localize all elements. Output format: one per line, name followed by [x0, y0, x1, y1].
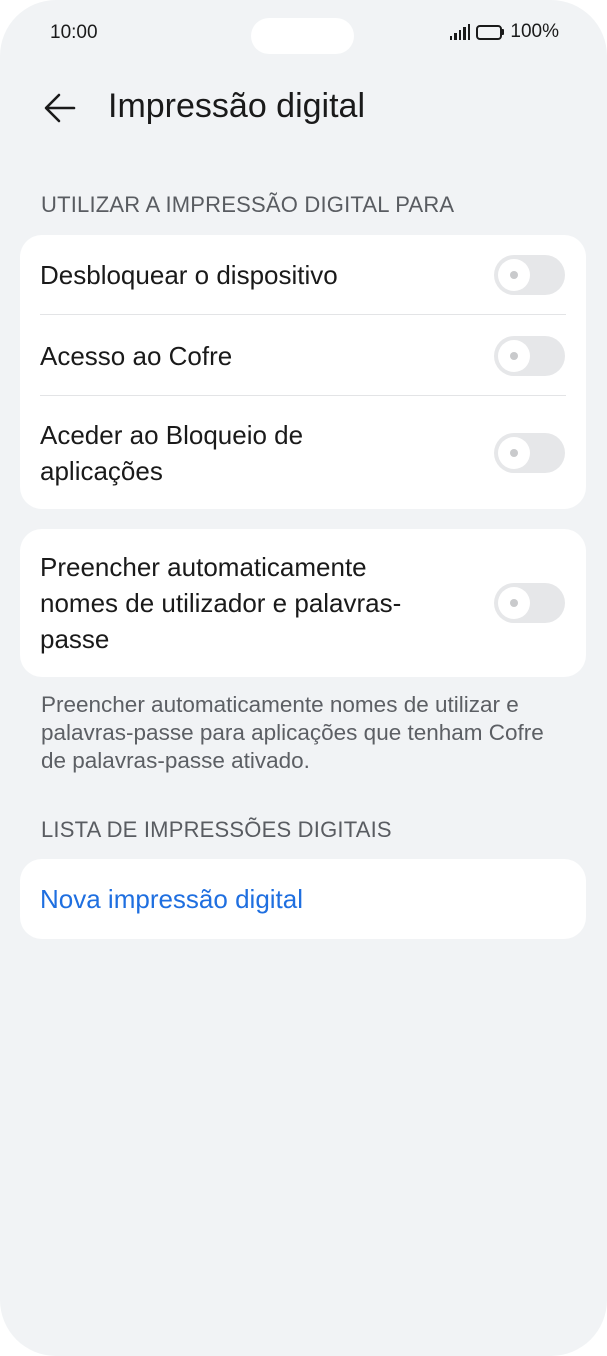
autofill-footnote: Preencher automaticamente nomes de utili… [41, 692, 544, 773]
page-title: Impressão digital [108, 87, 366, 125]
signal-icon [449, 24, 471, 40]
row-autofill[interactable]: Preencher automaticamente nomes de utili… [20, 529, 586, 677]
battery-percent: 100% [510, 21, 559, 42]
new-fingerprint-button[interactable]: Nova impressão digital [20, 859, 586, 939]
unlock-device-toggle[interactable] [494, 255, 565, 295]
status-icons: 100% [449, 21, 559, 43]
app-header: Impressão digital [0, 78, 607, 138]
row-label: Desbloquear o dispositivo [40, 260, 338, 290]
row-label: Acesso ao Cofre [40, 340, 233, 371]
row-label: Preencher automaticamente nomes de utili… [40, 552, 402, 654]
autofill-card: Preencher automaticamente nomes de utili… [20, 529, 586, 677]
section-label-use-for: UTILIZAR A IMPRESSÃO DIGITAL PARA [41, 192, 455, 217]
phone-screen: 10:00 100% Impressão digital UTILIZAR A … [0, 0, 607, 1356]
arrow-left-icon [44, 93, 76, 123]
row-app-lock[interactable]: Aceder ao Bloqueio de aplicações [20, 396, 586, 509]
section-label-fingerprint-list: LISTA DE IMPRESSÕES DIGITAIS [41, 817, 392, 842]
fingerprint-list-card: Nova impressão digital [20, 859, 586, 939]
autofill-toggle[interactable] [494, 583, 565, 623]
status-bar: 10:00 100% [0, 0, 607, 70]
row-unlock-device[interactable]: Desbloquear o dispositivo [20, 235, 586, 315]
app-lock-toggle[interactable] [494, 432, 565, 473]
new-fingerprint-label: Nova impressão digital [40, 883, 304, 914]
row-vault-access[interactable]: Acesso ao Cofre [20, 315, 586, 396]
status-time: 10:00 [50, 22, 98, 43]
battery-icon [476, 24, 505, 40]
back-button[interactable] [36, 84, 84, 132]
row-label: Aceder ao Bloqueio de aplicações [40, 419, 304, 486]
vault-access-toggle[interactable] [494, 335, 565, 376]
camera-cutout [251, 18, 354, 54]
use-for-card: Desbloquear o dispositivo Acesso ao Cofr… [20, 235, 586, 509]
